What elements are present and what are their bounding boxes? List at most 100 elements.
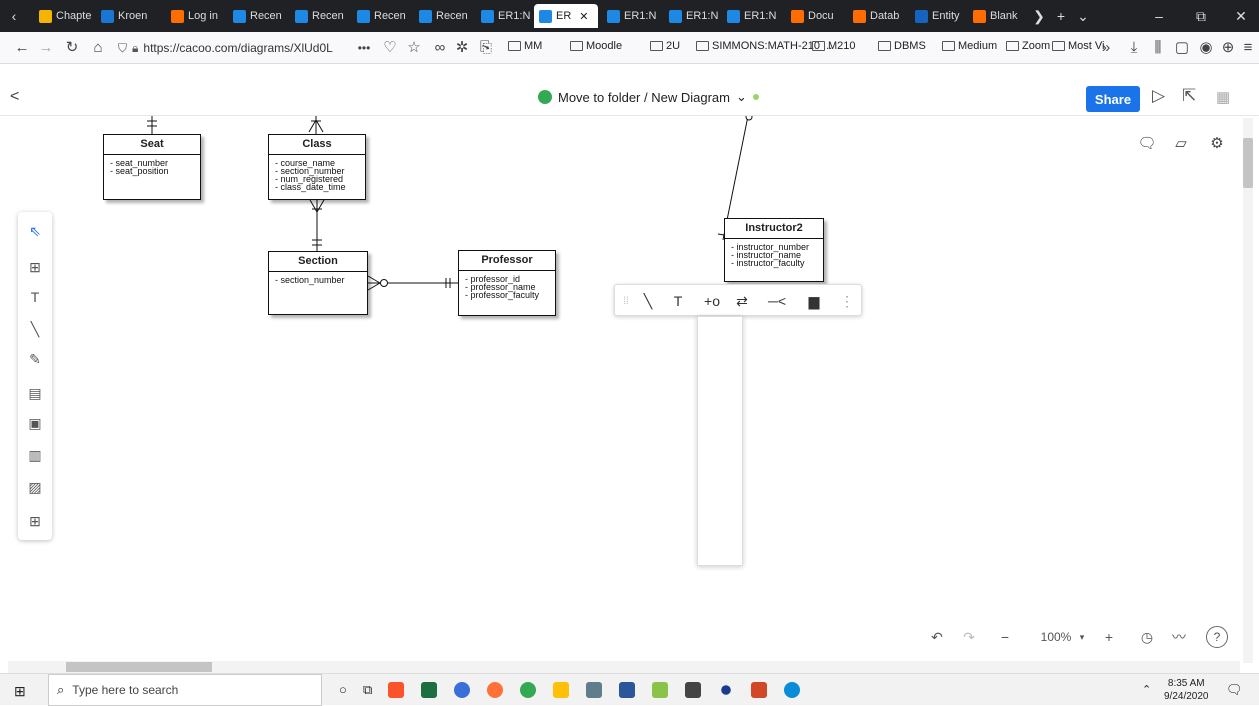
- screenshot-icon[interactable]: ⎘: [474, 36, 498, 60]
- redo-icon[interactable]: ↷: [956, 622, 982, 652]
- word-icon[interactable]: [619, 682, 635, 698]
- powerpoint-icon[interactable]: [751, 682, 767, 698]
- firefox-icon[interactable]: [487, 682, 503, 698]
- history-icon[interactable]: ◷: [1134, 622, 1160, 652]
- sticky-tool-icon[interactable]: ▣: [18, 410, 52, 436]
- line-text-button[interactable]: T: [665, 285, 691, 317]
- end-end-icon[interactable]: ─<: [761, 285, 793, 317]
- text-tool-icon[interactable]: T: [18, 284, 52, 310]
- zoom-in-button[interactable]: +: [1096, 622, 1122, 652]
- clock[interactable]: 8:35 AM 9/24/2020: [1164, 677, 1209, 703]
- line-style-icon[interactable]: ╲: [635, 285, 661, 317]
- browser-tab[interactable]: ER1:N: [664, 4, 722, 28]
- bookmark-item[interactable]: Medium: [942, 40, 997, 52]
- browser-tab[interactable]: ER1:N: [476, 4, 534, 28]
- excel-icon[interactable]: [421, 682, 437, 698]
- templates-icon[interactable]: ▦: [1216, 88, 1230, 106]
- tray-chevron-icon[interactable]: ⌃: [1142, 683, 1151, 696]
- brave-icon[interactable]: [388, 682, 404, 698]
- url-text[interactable]: https://cacoo.com/diagrams/XlUd0LJQ: [143, 41, 333, 55]
- back-icon[interactable]: ←: [10, 36, 34, 60]
- tab-list-button[interactable]: ⌄: [1071, 4, 1095, 28]
- bookmark-item[interactable]: Zoom: [1006, 40, 1050, 52]
- browser-tab[interactable]: Docu: [786, 4, 844, 28]
- entity-instructor2[interactable]: Instructor2 - instructor_number - instru…: [724, 218, 824, 282]
- scrollbar-thumb[interactable]: [1243, 138, 1253, 188]
- url-bar[interactable]: ⛉ 🔒︎ https://cacoo.com/diagrams/XlUd0LJQ: [118, 36, 348, 60]
- bookmarks-overflow-icon[interactable]: »: [1094, 36, 1118, 60]
- horizontal-scrollbar[interactable]: [8, 661, 1240, 673]
- entity-section[interactable]: Section - section_number: [268, 251, 368, 315]
- restore-button[interactable]: ⧉: [1189, 4, 1213, 28]
- zoom-level[interactable]: 100%: [1036, 622, 1076, 652]
- export-icon[interactable]: ⇱: [1182, 86, 1196, 106]
- image-tool-icon[interactable]: ▨: [18, 474, 52, 500]
- breadcrumb-caret-icon[interactable]: ⌄: [736, 89, 747, 105]
- zoom-out-button[interactable]: −: [992, 622, 1018, 652]
- help-button[interactable]: ?: [1206, 626, 1228, 648]
- diagram-canvas[interactable]: Seat - seat_number - seat_position Class…: [8, 116, 1240, 661]
- app4-icon[interactable]: [721, 685, 731, 695]
- chrome-icon[interactable]: [520, 682, 536, 698]
- share-button[interactable]: Share: [1086, 86, 1140, 112]
- browser-tab[interactable]: Recen: [228, 4, 286, 28]
- start-end-icon[interactable]: +o: [699, 285, 725, 317]
- swap-ends-icon[interactable]: ⇄: [729, 285, 755, 317]
- line-tool-icon[interactable]: ╲: [18, 316, 52, 342]
- stencil-tool-icon[interactable]: ⊞: [18, 254, 52, 280]
- browser-tab[interactable]: Recen: [352, 4, 410, 28]
- browser-tab[interactable]: Kroen: [96, 4, 154, 28]
- notifications-icon[interactable]: 🗨︎: [1226, 682, 1243, 698]
- present-icon[interactable]: ▷: [1152, 86, 1165, 106]
- home-icon[interactable]: ⌂: [86, 36, 110, 60]
- breadcrumb[interactable]: Move to folder / New Diagram: [558, 90, 730, 105]
- browser-tab[interactable]: Log in: [166, 4, 224, 28]
- entity-seat[interactable]: Seat - seat_number - seat_position: [103, 134, 201, 200]
- table-tool-icon[interactable]: ▤: [18, 380, 52, 406]
- edge-icon[interactable]: [784, 682, 800, 698]
- menu-icon[interactable]: ≡: [1236, 36, 1259, 60]
- task-view-icon[interactable]: ⧉: [363, 682, 372, 698]
- shield-icon[interactable]: ⛉: [118, 41, 127, 56]
- browser-tab[interactable]: Datab: [848, 4, 906, 28]
- browser-tab[interactable]: ER1:N: [722, 4, 780, 28]
- add-comment-icon[interactable]: ⊞: [18, 508, 52, 534]
- activity-icon[interactable]: 〰: [1166, 622, 1192, 652]
- back-to-list-icon[interactable]: <: [10, 88, 19, 106]
- reload-icon[interactable]: ↻: [60, 36, 84, 60]
- bookmark-item[interactable]: DBMS: [878, 40, 926, 52]
- extension-icon[interactable]: ∞: [428, 36, 452, 60]
- drag-handle-icon[interactable]: ⁞⁞: [619, 285, 633, 317]
- account-icon[interactable]: ◉: [1194, 36, 1218, 60]
- file-explorer-icon[interactable]: [553, 682, 569, 698]
- download-icon[interactable]: ⤓: [1122, 36, 1146, 60]
- calculator-icon[interactable]: [586, 682, 602, 698]
- select-tool-icon[interactable]: ⇖: [18, 218, 52, 244]
- bookmark-item[interactable]: 2U: [650, 40, 680, 52]
- comment-icon[interactable]: 🗨︎: [1132, 128, 1162, 158]
- vertical-scrollbar[interactable]: [1243, 118, 1253, 663]
- more-options-icon[interactable]: ⋮: [837, 285, 857, 317]
- close-window-button[interactable]: ✕: [1229, 4, 1253, 28]
- undo-icon[interactable]: ↶: [924, 622, 950, 652]
- bookmark-item[interactable]: M210: [812, 40, 856, 52]
- new-tab-button[interactable]: +: [1049, 4, 1073, 28]
- app2-icon[interactable]: [652, 682, 668, 698]
- close-tab-icon[interactable]: ✕: [579, 10, 588, 23]
- windows-start-icon[interactable]: ⊞: [14, 683, 26, 700]
- cortana-icon[interactable]: ○: [339, 682, 347, 697]
- sidebar-icon[interactable]: ▢: [1170, 36, 1194, 60]
- zoom-caret-icon[interactable]: ▾: [1076, 622, 1088, 652]
- tab-scroll-left-icon[interactable]: ‹: [2, 4, 26, 28]
- browser-tab[interactable]: ER1:N: [602, 4, 660, 28]
- browser-tab[interactable]: Recen: [290, 4, 348, 28]
- minimize-button[interactable]: –: [1147, 4, 1171, 28]
- line-color-icon[interactable]: ▆: [801, 285, 827, 317]
- entity-professor[interactable]: Professor - professor_id - professor_nam…: [458, 250, 556, 316]
- bookmark-item[interactable]: Moodle: [570, 40, 622, 52]
- page-actions-icon[interactable]: •••: [352, 36, 376, 60]
- line-end-dropdown[interactable]: [697, 316, 743, 566]
- settings-gear-icon[interactable]: ⚙: [1202, 128, 1232, 158]
- more-tabs-icon[interactable]: ❯: [1027, 4, 1051, 28]
- chart-tool-icon[interactable]: ▥: [18, 442, 52, 468]
